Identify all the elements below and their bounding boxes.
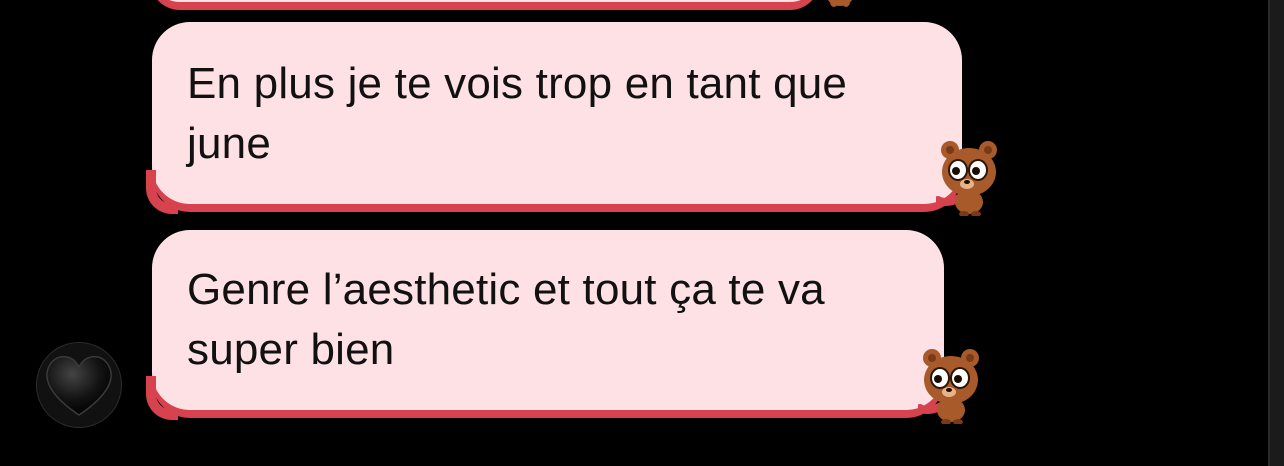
- message-bubble-2[interactable]: Genre l’aesthetic et tout ça te va super…: [152, 230, 944, 410]
- message-text-line: super bien: [187, 325, 395, 374]
- bear-sticker-icon: [918, 349, 979, 424]
- avatar[interactable]: [36, 342, 122, 428]
- bear-sticker-icon: [936, 141, 997, 216]
- black-heart-icon: [46, 355, 112, 416]
- message-bubble-1[interactable]: En plus je te vois trop en tant que june: [152, 22, 962, 204]
- bear-sticker-icon: [827, 0, 853, 7]
- message-text-line: En plus je te vois trop en tant que: [187, 59, 848, 108]
- scrollbar[interactable]: [1268, 0, 1284, 466]
- previous-message-bubble: [150, 0, 820, 2]
- bubble-tail: [146, 170, 178, 214]
- message-text-line: june: [187, 119, 271, 168]
- bubble-tail: [146, 376, 178, 420]
- message-text-line: Genre l’aesthetic et tout ça te va: [187, 265, 825, 314]
